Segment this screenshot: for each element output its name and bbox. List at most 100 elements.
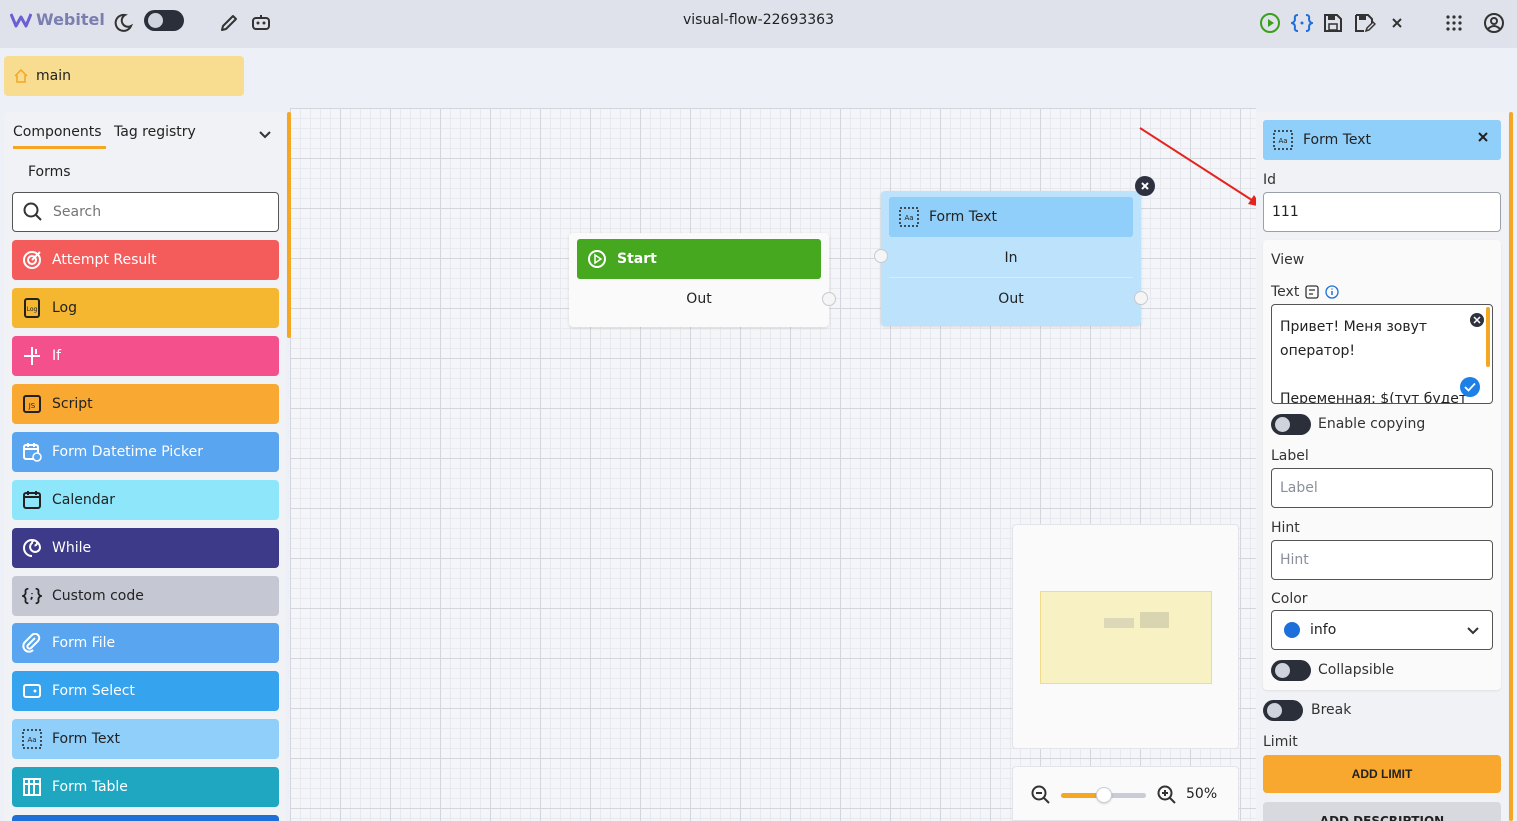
- tab-tag-registry[interactable]: Tag registry: [114, 124, 196, 149]
- panel-scrollbar[interactable]: [1509, 112, 1513, 821]
- save-icon[interactable]: [1320, 10, 1346, 36]
- collapsible-label: Collapsible: [1318, 662, 1395, 678]
- component-if[interactable]: If: [12, 336, 279, 376]
- apps-grid-icon[interactable]: [1441, 10, 1467, 36]
- zoom-slider-thumb[interactable]: [1096, 787, 1112, 803]
- component-while[interactable]: While: [12, 528, 279, 568]
- loop-icon: [22, 538, 42, 558]
- enable-copying-toggle[interactable]: [1271, 414, 1311, 435]
- tab-main[interactable]: main: [4, 56, 244, 96]
- search-box[interactable]: [12, 192, 279, 232]
- break-toggle[interactable]: [1263, 700, 1303, 721]
- top-bar: Webitel visual-flow-22693363: [0, 0, 1517, 48]
- select-icon: [22, 681, 42, 701]
- zoom-out-icon[interactable]: [1031, 785, 1051, 809]
- color-label: Color: [1271, 591, 1308, 607]
- component-label: Form Text: [52, 731, 121, 747]
- hint-label: Hint: [1271, 520, 1300, 536]
- properties-panel: Aa Form Text Id View Text Привет! Меня з…: [1256, 112, 1508, 821]
- search-input[interactable]: [53, 204, 253, 220]
- chevron-down-icon: [1467, 627, 1479, 635]
- component-calendar[interactable]: Calendar: [12, 480, 279, 520]
- collapsible-toggle[interactable]: [1271, 660, 1311, 681]
- zoom-level: 50%: [1186, 786, 1218, 802]
- component-label: Form File: [52, 635, 116, 651]
- text-line: Привет! Меня зовут: [1280, 319, 1428, 335]
- start-out-port[interactable]: [822, 292, 836, 306]
- label-input[interactable]: [1280, 480, 1492, 496]
- component-form-select[interactable]: Form Select: [12, 671, 279, 711]
- text-line: оператор!: [1280, 343, 1356, 359]
- target-icon: [22, 250, 42, 270]
- variables-icon[interactable]: [1305, 285, 1319, 299]
- id-input[interactable]: [1272, 204, 1500, 220]
- webitel-logo-icon: [10, 12, 32, 27]
- panel-title: Form Text: [1303, 132, 1372, 148]
- node-form-text-header[interactable]: Aa Form Text: [889, 197, 1133, 237]
- theme-moon-icon[interactable]: [110, 10, 136, 36]
- close-icon[interactable]: [1384, 10, 1410, 36]
- component-custom-code[interactable]: Custom code: [12, 576, 279, 616]
- add-limit-button[interactable]: ADD LIMIT: [1263, 755, 1501, 793]
- svg-text:Aa: Aa: [904, 214, 913, 222]
- log-icon: Log: [22, 298, 42, 318]
- hint-input[interactable]: [1280, 552, 1492, 568]
- label-field[interactable]: [1271, 468, 1493, 508]
- save-as-icon[interactable]: [1352, 10, 1378, 36]
- text-scrollbar[interactable]: [1486, 307, 1490, 367]
- node-divider: [889, 277, 1133, 278]
- sidebar-scrollbar[interactable]: [287, 112, 291, 338]
- svg-text:Aa: Aa: [27, 736, 36, 744]
- calendar-clock-icon: [22, 442, 42, 462]
- clear-text-button[interactable]: [1470, 313, 1484, 327]
- component-form-datetime-picker[interactable]: Form Datetime Picker: [12, 432, 279, 472]
- add-description-button[interactable]: ADD DESCRIPTION: [1263, 802, 1501, 821]
- color-select[interactable]: info: [1271, 610, 1493, 650]
- node-in-label: In: [1004, 250, 1018, 266]
- zoom-in-icon[interactable]: [1157, 785, 1177, 809]
- search-icon: [23, 202, 42, 221]
- zoom-slider[interactable]: [1061, 787, 1146, 803]
- text-editor[interactable]: Привет! Меня зовут оператор! Переменная:…: [1271, 304, 1493, 404]
- chevron-down-icon[interactable]: [258, 128, 272, 144]
- component-label: Custom code: [52, 588, 144, 604]
- node-title: Form Text: [929, 209, 998, 225]
- text-field-icon: Aa: [899, 207, 919, 227]
- form-text-in-port[interactable]: [874, 249, 888, 263]
- limit-label: Limit: [1263, 734, 1298, 750]
- component-log[interactable]: Log Log: [12, 288, 279, 328]
- node-out-label: Out: [998, 291, 1024, 307]
- minimap-node: [1140, 612, 1169, 628]
- node-form-text[interactable]: Aa Form Text In Out: [881, 191, 1141, 326]
- node-start[interactable]: Start Out: [569, 233, 829, 327]
- pencil-icon[interactable]: [216, 10, 242, 36]
- node-start-header[interactable]: Start: [577, 239, 821, 279]
- tab-components[interactable]: Components: [13, 124, 106, 149]
- run-icon[interactable]: [1257, 10, 1283, 36]
- confirm-text-button[interactable]: [1460, 377, 1480, 397]
- hint-field[interactable]: [1271, 540, 1493, 580]
- annotation-arrow: [1139, 127, 1262, 207]
- table-icon: [22, 777, 42, 797]
- info-icon[interactable]: [1325, 285, 1339, 299]
- theme-toggle[interactable]: [144, 10, 184, 31]
- section-title: Forms: [28, 164, 71, 180]
- component-form-table[interactable]: Form Table: [12, 767, 279, 807]
- minimap[interactable]: [1012, 524, 1239, 749]
- close-icon: [1473, 316, 1481, 324]
- id-field[interactable]: [1263, 192, 1501, 232]
- bot-settings-icon[interactable]: [248, 10, 274, 36]
- close-icon[interactable]: [1477, 131, 1489, 147]
- branch-icon: [22, 346, 42, 366]
- component-form-text[interactable]: Aa Form Text: [12, 719, 279, 759]
- form-text-out-port[interactable]: [1134, 291, 1148, 305]
- component-script[interactable]: JS Script: [12, 384, 279, 424]
- json-braces-icon[interactable]: [1289, 10, 1315, 36]
- component-form-file[interactable]: Form File: [12, 623, 279, 663]
- component-label: If: [52, 348, 62, 364]
- minimap-viewport[interactable]: [1040, 591, 1212, 684]
- logo[interactable]: Webitel: [10, 10, 105, 29]
- tab-main-label: main: [36, 68, 71, 84]
- account-icon[interactable]: [1481, 10, 1507, 36]
- component-attempt-result[interactable]: Attempt Result: [12, 240, 279, 280]
